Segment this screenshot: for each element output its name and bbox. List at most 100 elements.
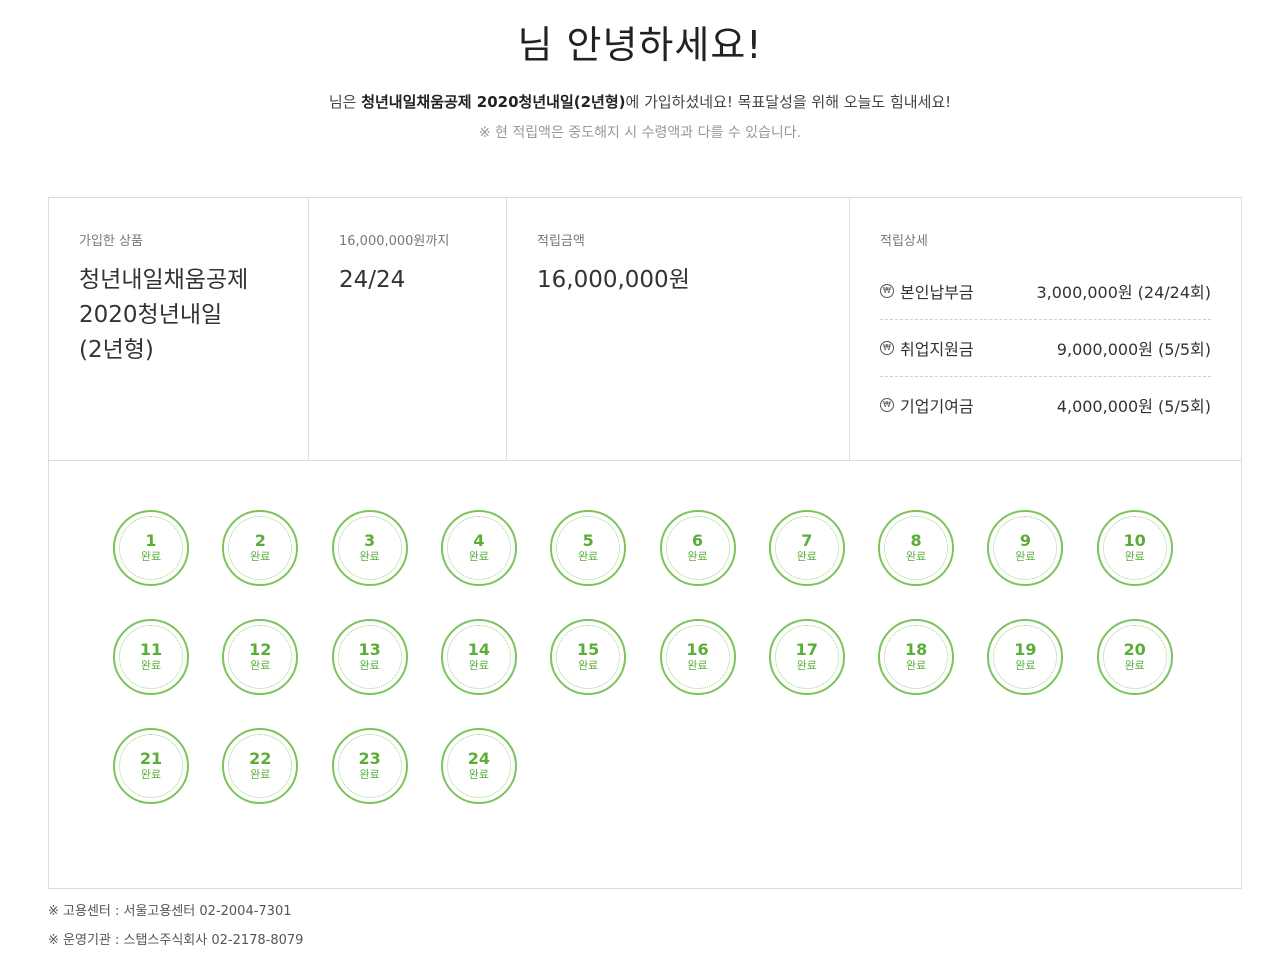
detail-value: 4,000,000원 (5/5회) (1056, 397, 1211, 416)
payment-round-badge: 10 완료 (1096, 510, 1173, 586)
round-number: 10 (1123, 531, 1146, 550)
header: 님 안녕하세요! 님은 청년내일채움공제 2020청년내일(2년형)에 가입하셨… (0, 0, 1280, 142)
round-number: 5 (582, 531, 594, 550)
amount-label: 적립금액 (537, 234, 585, 249)
detail-label: 적립상세 (880, 234, 928, 249)
intro-product: 청년내일채움공제 2020청년내일(2년형) (361, 93, 626, 111)
payment-round-badge: 3 완료 (331, 510, 408, 586)
payment-round-badge: 6 완료 (659, 510, 736, 586)
product-line: 2020청년내일 (79, 302, 223, 328)
round-number: 22 (249, 749, 272, 768)
amount-value: 16,000,000원 (537, 267, 690, 293)
detail-value: 3,000,000원 (24/24회) (1036, 283, 1211, 302)
round-number: 14 (467, 640, 491, 659)
progress-cell: 16,000,000원까지 24/24 (309, 198, 507, 460)
round-status: 완료 (1015, 550, 1036, 563)
payment-round-badge: 9 완료 (987, 510, 1064, 586)
summary-row: 가입한 상품 청년내일채움공제 2020청년내일 (2년형) 16,000,00… (49, 198, 1241, 461)
round-number: 9 (1019, 531, 1031, 550)
detail-value: 9,000,000원 (5/5회) (1056, 340, 1211, 359)
payment-round-badge: 18 완료 (878, 619, 955, 695)
greeting-title: 님 안녕하세요! (517, 23, 763, 67)
payment-round-badge: 5 완료 (550, 510, 627, 586)
round-status: 완료 (905, 550, 927, 563)
round-status: 완료 (796, 550, 817, 563)
payment-round-badge: 2 완료 (222, 510, 299, 586)
round-number: 16 (686, 640, 709, 659)
intro-suffix: 에 가입하셨네요! 목표달성을 위해 오늘도 힘내세요! (625, 93, 952, 111)
payment-round-badge: 24 완료 (440, 728, 517, 804)
product-line: (2년형) (79, 337, 154, 363)
detail-list: ₩ 본인납부금 3,000,000원 (24/24회) ₩ 취업지원금 9,00… (880, 263, 1211, 433)
round-status: 완료 (250, 659, 271, 672)
round-status: 완료 (1015, 659, 1036, 672)
payment-round-badge: 13 완료 (331, 619, 408, 695)
round-number: 17 (795, 640, 818, 659)
product-name: 청년내일채움공제 2020청년내일 (2년형) (79, 263, 278, 368)
payment-round-badge: 17 완료 (768, 619, 845, 695)
round-number: 3 (364, 531, 376, 550)
payment-round-badge: 20 완료 (1096, 619, 1173, 695)
detail-row-employment-support: ₩ 취업지원금 9,000,000원 (5/5회) (880, 320, 1211, 377)
payment-round-badge: 23 완료 (331, 728, 408, 804)
detail-name: 취업지원금 (900, 340, 974, 359)
savings-panel: 가입한 상품 청년내일채움공제 2020청년내일 (2년형) 16,000,00… (48, 197, 1242, 889)
payment-round-badge: 16 완료 (659, 619, 736, 695)
payment-round-badge: 15 완료 (550, 619, 627, 695)
payment-round-badge: 7 완료 (768, 510, 845, 586)
detail-row-self-payment: ₩ 본인납부금 3,000,000원 (24/24회) (880, 263, 1211, 320)
payment-round-badge: 21 완료 (113, 728, 189, 804)
round-number: 15 (577, 640, 600, 659)
detail-name: 기업기여금 (900, 397, 974, 416)
payment-round-badge: 19 완료 (987, 619, 1064, 695)
round-status: 완료 (468, 550, 490, 563)
notice-text: ※ 현 적립액은 중도해지 시 수령액과 다를 수 있습니다. (478, 125, 802, 141)
round-number: 2 (254, 531, 266, 550)
round-status: 완료 (1124, 659, 1145, 672)
payment-round-badge: 1 완료 (113, 510, 189, 586)
product-line: 청년내일채움공제 (79, 267, 249, 293)
round-status: 완료 (359, 550, 380, 563)
amount-cell: 적립금액 16,000,000원 (507, 198, 850, 460)
round-status: 완료 (140, 659, 162, 672)
round-number: 12 (249, 640, 272, 659)
product-cell: 가입한 상품 청년내일채움공제 2020청년내일 (2년형) (49, 198, 309, 460)
payment-round-badge: 8 완료 (878, 510, 955, 586)
round-status: 완료 (796, 659, 817, 672)
round-status: 완료 (468, 768, 490, 781)
round-number: 7 (801, 531, 813, 550)
progress-label: 16,000,000원까지 (339, 234, 450, 249)
round-number: 11 (139, 640, 163, 659)
round-number: 20 (1123, 640, 1146, 659)
footer: ※ 고용센터 : 서울고용센터 02-2004-7301 ※ 운영기관 : 스탭… (48, 902, 303, 960)
round-status: 완료 (140, 550, 162, 563)
round-number: 6 (691, 531, 704, 550)
round-number: 18 (904, 640, 928, 659)
payment-round-badge: 11 완료 (113, 619, 189, 695)
round-status: 완료 (359, 659, 380, 672)
payment-round-badge: 22 완료 (222, 728, 299, 804)
round-status: 완료 (687, 550, 708, 563)
round-status: 완료 (359, 768, 380, 781)
round-status: 완료 (468, 659, 490, 672)
round-number: 23 (358, 749, 381, 768)
round-status: 완료 (140, 768, 162, 781)
round-number: 1 (145, 531, 157, 550)
won-icon: ₩ (880, 398, 894, 412)
payment-round-badge: 14 완료 (440, 619, 517, 695)
detail-cell: 적립상세 ₩ 본인납부금 3,000,000원 (24/24회) ₩ 취업지원금… (850, 198, 1241, 460)
round-number: 21 (139, 749, 163, 768)
round-number: 4 (473, 531, 485, 550)
round-status: 완료 (250, 768, 271, 781)
intro-prefix: 님은 (328, 93, 362, 111)
product-label: 가입한 상품 (79, 234, 143, 249)
footer-employment-center: ※ 고용센터 : 서울고용센터 02-2004-7301 (48, 904, 292, 919)
won-icon: ₩ (880, 284, 894, 298)
round-status: 완료 (578, 659, 599, 672)
payment-round-badge: 12 완료 (222, 619, 299, 695)
detail-row-company-contribution: ₩ 기업기여금 4,000,000원 (5/5회) (880, 377, 1211, 433)
round-number: 24 (467, 749, 491, 768)
round-number: 19 (1014, 640, 1037, 659)
round-status: 완료 (687, 659, 708, 672)
round-number: 13 (358, 640, 381, 659)
